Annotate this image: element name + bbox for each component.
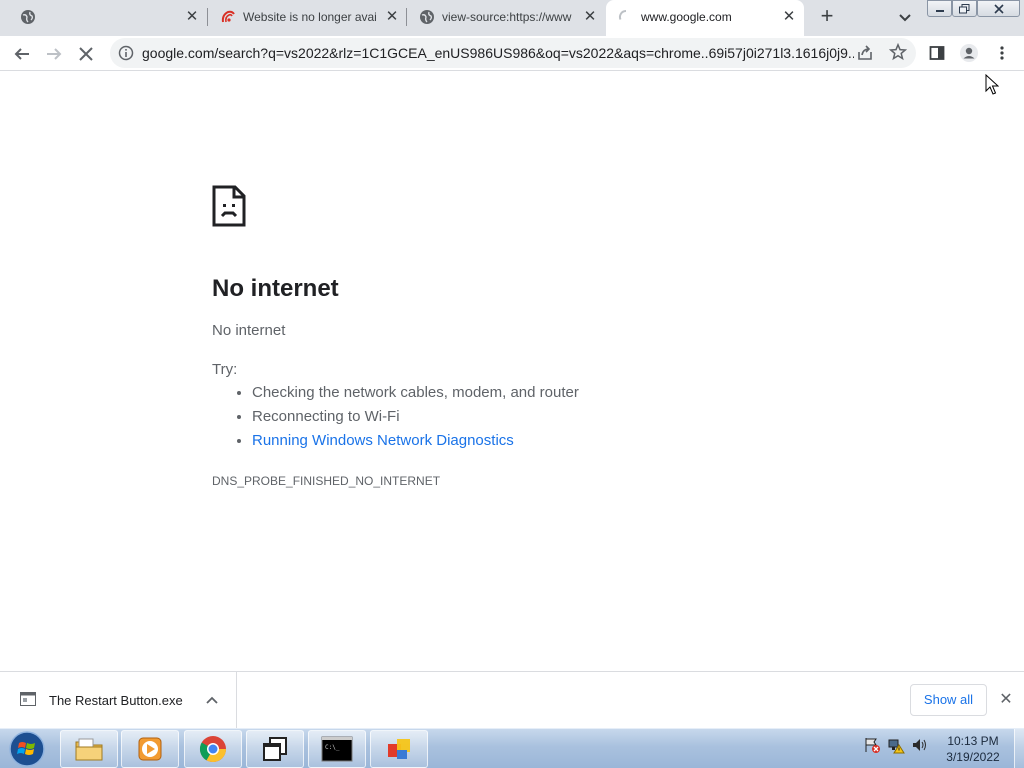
restore-icon xyxy=(959,3,970,13)
suggestion-list: Checking the network cables, modem, and … xyxy=(234,383,579,455)
taskbar-chrome[interactable] xyxy=(184,730,242,768)
download-shelf: The Restart Button.exe Show all ✕ xyxy=(0,671,1024,728)
mouse-cursor-icon xyxy=(985,74,999,95)
minimize-button[interactable] xyxy=(927,0,952,17)
globe-icon xyxy=(21,10,35,24)
tab-1-close-icon[interactable]: ✕ xyxy=(184,9,200,25)
browser-toolbar: google.com/search?q=vs2022&rlz=1C1GCEA_e… xyxy=(0,36,1024,71)
close-icon xyxy=(993,3,1004,14)
address-bar-url[interactable]: google.com/search?q=vs2022&rlz=1C1GCEA_e… xyxy=(142,45,854,61)
side-panel-button[interactable] xyxy=(927,43,947,63)
windows-start-icon xyxy=(9,731,45,767)
download-item[interactable]: The Restart Button.exe xyxy=(0,672,237,728)
file-explorer-icon xyxy=(75,738,103,761)
suggestion-item: Reconnecting to Wi-Fi xyxy=(252,407,579,431)
chrome-error-favicon xyxy=(221,10,235,23)
profile-icon xyxy=(960,44,978,62)
taskbar-window-switcher[interactable] xyxy=(246,730,304,768)
stop-loading-button[interactable] xyxy=(74,42,98,66)
start-button[interactable] xyxy=(4,730,50,768)
tab-strip: ✕ Website is no longer avai ✕ view-sourc… xyxy=(0,0,1024,36)
error-page: No internet No internet Try: Checking th… xyxy=(0,72,1024,670)
download-file-name: The Restart Button.exe xyxy=(49,693,183,708)
taskbar-file-explorer[interactable] xyxy=(60,730,118,768)
loading-spinner-icon xyxy=(618,9,627,20)
forward-button[interactable] xyxy=(42,42,66,66)
action-center-flag-icon[interactable] xyxy=(862,735,882,755)
system-tray xyxy=(862,735,930,755)
show-all-button[interactable]: Show all xyxy=(910,684,987,716)
try-label: Try: xyxy=(212,361,238,378)
share-icon[interactable] xyxy=(856,44,874,62)
error-code: DNS_PROBE_FINISHED_NO_INTERNET xyxy=(212,474,441,488)
suggestion-item: Running Windows Network Diagnostics xyxy=(252,431,579,455)
tab-1[interactable]: ✕ xyxy=(0,0,206,34)
taskbar-media-player[interactable] xyxy=(121,730,179,768)
tab-3[interactable]: view-source:https://www ✕ xyxy=(407,0,605,34)
chevron-down-icon[interactable] xyxy=(896,8,914,26)
back-arrow-icon xyxy=(14,48,29,60)
close-window-button[interactable] xyxy=(977,0,1020,17)
restore-button[interactable] xyxy=(952,0,977,17)
tab-4-title: www.google.com xyxy=(641,10,732,24)
taskbar-clock[interactable]: 10:13 PM 3/19/2022 xyxy=(936,733,1010,765)
tab-2-title: Website is no longer avai xyxy=(243,10,377,24)
profile-button[interactable] xyxy=(959,43,979,63)
globe-icon xyxy=(420,10,434,24)
suggestion-item: Checking the network cables, modem, and … xyxy=(252,383,579,407)
tab-4-active[interactable]: www.google.com ✕ xyxy=(606,0,804,36)
windows-taskbar: C:\_ 10:13 PM 3/19/2022 xyxy=(0,728,1024,768)
chrome-icon xyxy=(199,736,227,763)
exe-file-icon xyxy=(20,692,36,706)
more-menu-button[interactable] xyxy=(992,43,1012,63)
new-tab-plus-icon[interactable]: + xyxy=(816,5,838,27)
clock-date: 3/19/2022 xyxy=(946,750,1000,764)
taskbar-app[interactable] xyxy=(370,730,428,768)
star-icon[interactable] xyxy=(889,43,907,61)
suggestion-text: Checking the network cables, modem, and … xyxy=(252,384,579,401)
taskbar-command-prompt[interactable]: C:\_ xyxy=(308,730,366,768)
window-switcher-icon xyxy=(263,737,287,761)
back-button[interactable] xyxy=(10,42,34,66)
tab-2[interactable]: Website is no longer avai ✕ xyxy=(208,0,406,34)
sad-page-icon xyxy=(212,185,246,227)
minimize-icon xyxy=(935,9,944,12)
clock-time: 10:13 PM xyxy=(947,734,999,748)
network-warning-icon[interactable] xyxy=(886,735,906,755)
suggestion-text: Reconnecting to Wi-Fi xyxy=(252,408,400,425)
tab-2-close-icon[interactable]: ✕ xyxy=(384,9,400,25)
tab-4-close-icon[interactable]: ✕ xyxy=(781,9,797,25)
tab-3-close-icon[interactable]: ✕ xyxy=(582,9,598,25)
window-controls xyxy=(927,0,1020,17)
svg-text:C:\_: C:\_ xyxy=(325,744,340,751)
app-icon xyxy=(388,739,410,759)
stop-loading-icon xyxy=(79,47,93,61)
close-shelf-icon[interactable]: ✕ xyxy=(998,692,1014,708)
side-panel-icon xyxy=(929,46,945,60)
chevron-up-icon[interactable] xyxy=(205,693,219,707)
forward-arrow-icon xyxy=(47,48,62,60)
error-subheading: No internet xyxy=(212,322,286,339)
tab-3-title: view-source:https://www xyxy=(442,10,572,24)
command-prompt-icon: C:\_ xyxy=(321,736,353,762)
network-diagnostics-link[interactable]: Running Windows Network Diagnostics xyxy=(252,432,514,449)
show-desktop-button[interactable] xyxy=(1014,729,1024,768)
volume-icon[interactable] xyxy=(910,735,930,755)
error-heading: No internet xyxy=(212,275,339,302)
more-menu-icon xyxy=(1000,46,1004,60)
media-player-icon xyxy=(138,737,162,761)
info-icon[interactable] xyxy=(118,45,134,61)
address-bar[interactable]: google.com/search?q=vs2022&rlz=1C1GCEA_e… xyxy=(110,38,916,68)
